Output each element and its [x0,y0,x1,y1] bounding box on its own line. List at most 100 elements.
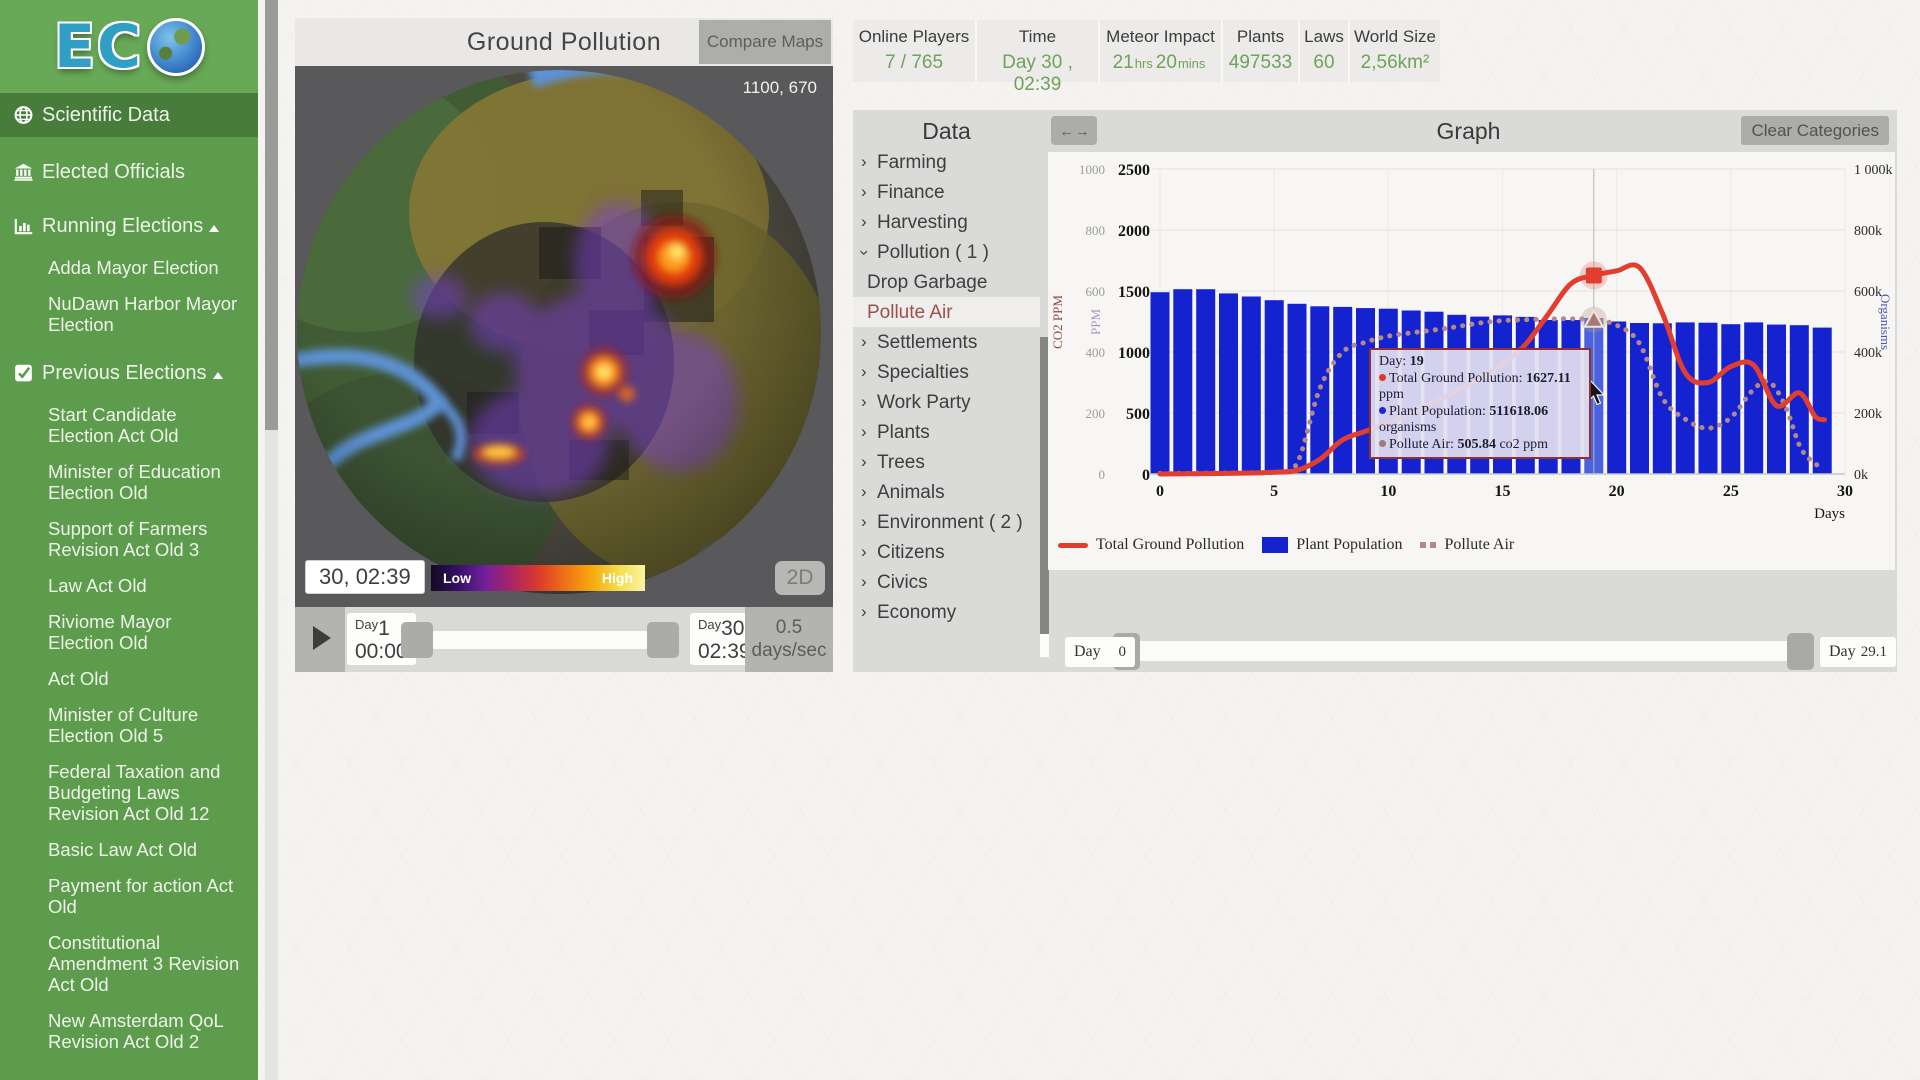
stat-laws: Laws60 [1300,20,1350,82]
sidebar-item-riviome-mayor-election-old[interactable]: Riviome Mayor Election Old [0,608,258,656]
plant-population-bar-day-3[interactable] [1219,293,1238,474]
series-bullet-icon [1379,374,1386,381]
play-button[interactable] [295,607,345,672]
data-item-economy[interactable]: ›Economy [853,597,1040,627]
sidebar-item-label: Start Candidate Election Act Old [48,404,179,446]
data-item-plants[interactable]: ›Plants [853,417,1040,447]
pollution-globe[interactable] [295,66,829,602]
sidebar-item-minister-of-education-election-old[interactable]: Minister of Education Election Old [0,458,258,506]
clear-categories-button[interactable]: Clear Categories [1741,116,1889,145]
graph-day-min-box[interactable]: Day 0 [1065,637,1135,667]
gradient-low-label: Low [443,570,471,586]
data-item-finance[interactable]: ›Finance [853,177,1040,207]
day-label: Day [1074,643,1101,661]
graph-day-max-box[interactable]: Day 29.1 [1820,637,1896,667]
data-item-harvesting[interactable]: ›Harvesting [853,207,1040,237]
stat-label: Time [977,27,1098,47]
sidebar-item-adda-mayor-election[interactable]: Adda Mayor Election [0,254,258,281]
sidebar-item-label: Federal Taxation and Budgeting Laws Revi… [48,761,220,824]
plant-population-bar-day-20[interactable] [1607,322,1626,475]
sidebar-item-constitutional-amendment-3-revision-act-old[interactable]: Constitutional Amendment 3 Revision Act … [0,929,258,998]
plant-population-bar-day-8[interactable] [1333,307,1352,474]
sidebar-item-basic-law-act-old[interactable]: Basic Law Act Old [0,836,258,863]
world-stats-bar: Online Players7 / 765TimeDay 30 , 02:39M… [853,20,1440,82]
svg-text:CO2 PPM: CO2 PPM [1050,295,1065,349]
playback-slider-handle-left[interactable] [401,622,433,658]
day-label: Day [1829,643,1856,661]
start-time: 00:00 [355,641,408,663]
data-item-label: Work Party [877,392,971,413]
graph-day-slider-track[interactable] [1127,641,1800,661]
tooltip-row-plant-population: Plant Population: 511618.06 organisms [1379,404,1581,437]
sidebar-item-payment-for-action-act-old[interactable]: Payment for action Act Old [0,872,258,920]
plant-population-bar-day-2[interactable] [1196,289,1215,474]
stat-world-size: World Size2,56km² [1350,20,1440,82]
sidebar-item-scientific-data[interactable]: Scientific Data [0,93,258,137]
chevron-right-icon: › [861,510,867,533]
chevron-right-icon: › [861,480,867,503]
plant-population-bar-day-24[interactable] [1699,323,1718,474]
gradient-high-label: High [602,570,633,586]
plant-population-bar-day-1[interactable] [1173,289,1192,474]
legend-label: Plant Population [1296,536,1402,554]
map-viewport[interactable]: 1100, 670 30, 02:39 Low High 2D [295,66,833,607]
data-item-citizens[interactable]: ›Citizens [853,537,1040,567]
sidebar-item-act-old[interactable]: Act Old [0,665,258,692]
plant-population-bar-day-7[interactable] [1310,306,1329,474]
collapse-arrow-icon [209,225,219,232]
sidebar-item-start-candidate-election-act-old[interactable]: Start Candidate Election Act Old [0,401,258,449]
data-item-trees[interactable]: ›Trees [853,447,1040,477]
data-item-animals[interactable]: ›Animals [853,477,1040,507]
data-item-farming[interactable]: ›Farming [853,147,1040,177]
data-item-drop-garbage[interactable]: Drop Garbage [853,267,1040,297]
sidebar-scrollbar[interactable] [265,0,278,1080]
data-item-civics[interactable]: ›Civics [853,567,1040,597]
compare-maps-button[interactable]: Compare Maps [699,20,831,64]
graph-day-slider-handle-right[interactable] [1787,633,1814,670]
data-item-specialties[interactable]: ›Specialties [853,357,1040,387]
data-item-environment-2[interactable]: ›Environment ( 2 ) [853,507,1040,537]
stat-label: Online Players [853,27,975,47]
plant-population-bar-day-5[interactable] [1265,300,1284,474]
svg-text:2500: 2500 [1118,162,1150,179]
sidebar-item-support-of-farmers-revision-act-old-3[interactable]: Support of Farmers Revision Act Old 3 [0,515,258,563]
plant-population-bar-day-22[interactable] [1653,323,1672,474]
collapse-arrow-icon [213,372,223,379]
sidebar-item-previous-elections[interactable]: Previous Elections [0,354,258,392]
sidebar-item-nudawn-harbor-mayor-election[interactable]: NuDawn Harbor Mayor Election [0,290,258,338]
globe-shading [297,70,821,594]
svg-text:0: 0 [1142,467,1150,484]
sidebar-item-label: Payment for action Act Old [48,875,233,917]
plant-population-bar-day-23[interactable] [1676,322,1695,474]
plant-population-bar-day-25[interactable] [1721,324,1740,474]
playback-slider-handle-right[interactable] [647,622,679,658]
sidebar-item-label: Minister of Culture Election Old 5 [48,704,198,746]
data-item-pollute-air[interactable]: Pollute Air [853,297,1040,327]
data-item-settlements[interactable]: ›Settlements [853,327,1040,357]
sidebar-item-label: Act Old [48,668,109,689]
chart-tooltip: Day: 19Total Ground Pollution: 1627.11 p… [1369,348,1591,459]
sidebar-item-minister-of-culture-election-old-5[interactable]: Minister of Culture Election Old 5 [0,701,258,749]
plant-population-bar-day-0[interactable] [1151,292,1170,474]
data-item-pollution-1[interactable]: ›Pollution ( 1 ) [853,237,1040,267]
map-panel: Ground Pollution Compare Maps [295,18,833,672]
sidebar-item-law-act-old[interactable]: Law Act Old [0,572,258,599]
svg-text:15: 15 [1495,483,1511,500]
sidebar-item-new-amsterdam-qol-revision-act-old-2[interactable]: New Amsterdam QoL Revision Act Old 2 [0,1007,258,1055]
data-item-work-party[interactable]: ›Work Party [853,387,1040,417]
sidebar-item-running-elections[interactable]: Running Elections [0,207,258,245]
chevron-right-icon: › [861,600,867,623]
map-2d-toggle-button[interactable]: 2D [775,561,825,595]
sidebar-item-elected-officials[interactable]: Elected Officials [0,153,258,191]
plant-population-bar-day-29[interactable] [1813,328,1832,474]
stat-label: Plants [1223,27,1298,47]
plant-population-bar-day-4[interactable] [1242,297,1261,475]
playback-slider-track[interactable] [415,631,670,649]
svg-text:600k: 600k [1854,285,1882,300]
sidebar-scrollbar-thumb[interactable] [265,0,278,430]
chevron-right-icon: › [861,330,867,353]
plant-population-bar-day-21[interactable] [1630,323,1649,474]
svg-text:0: 0 [1099,467,1106,482]
stat-online-players: Online Players7 / 765 [853,20,977,82]
sidebar-item-federal-taxation-and-budgeting-laws-revision-act-old-12[interactable]: Federal Taxation and Budgeting Laws Revi… [0,758,258,827]
